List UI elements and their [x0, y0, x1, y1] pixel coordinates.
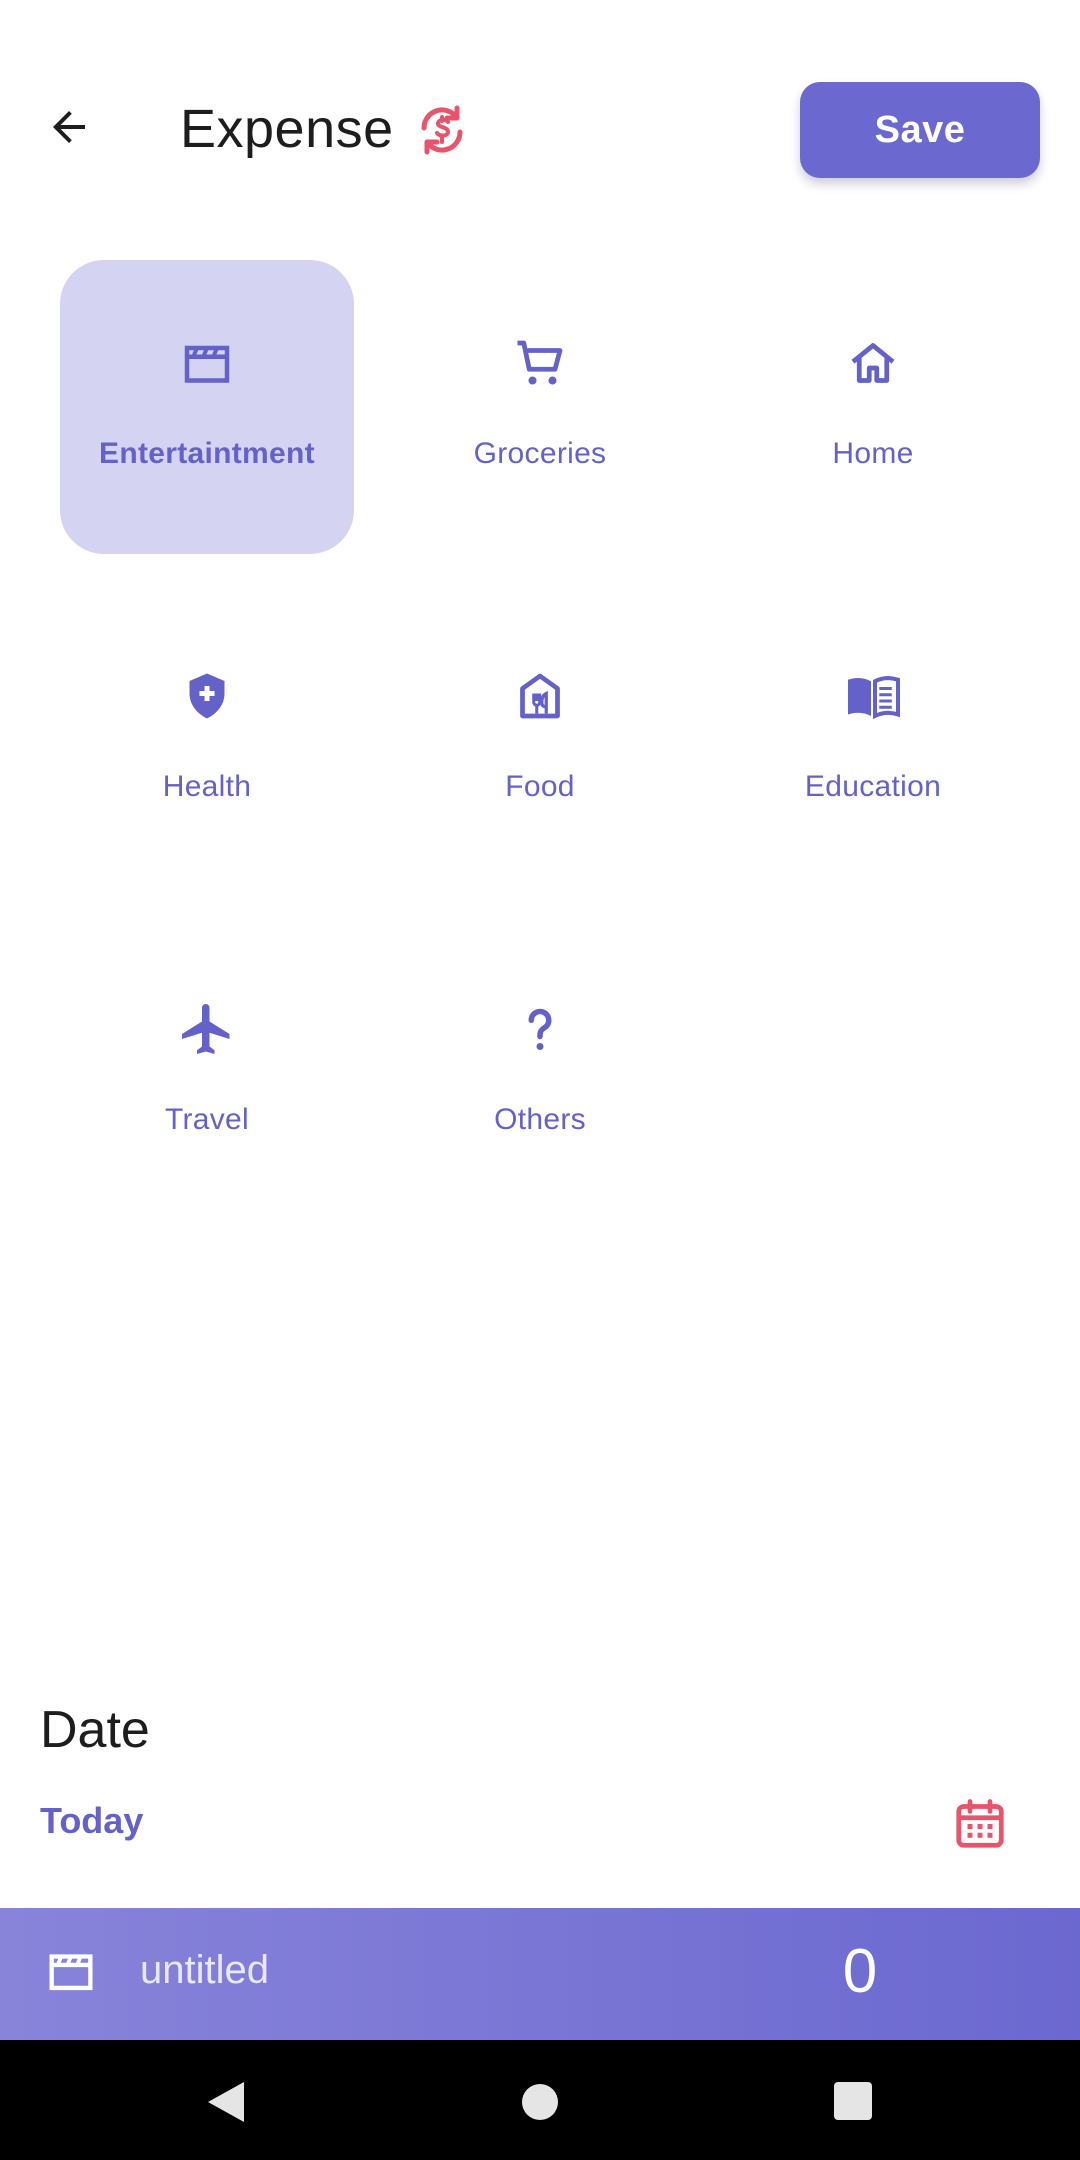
back-button[interactable]	[36, 94, 102, 160]
arrow-left-icon	[53, 111, 85, 143]
app-header: Expense Save	[0, 0, 1080, 230]
category-label: Travel	[164, 1103, 250, 1136]
category-label: Home	[832, 437, 914, 470]
page-title: Expense	[180, 99, 394, 159]
category-education[interactable]: Education	[726, 593, 1020, 887]
question-icon	[528, 1008, 552, 1050]
expense-screen: Expense Save Entertaintment Groceries Ho…	[0, 0, 1080, 2160]
category-label: Others	[494, 1103, 586, 1136]
calendar-icon	[956, 1799, 1004, 1848]
category-food[interactable]: Food	[393, 593, 687, 887]
restaurant-icon	[520, 673, 560, 719]
expense-amount-field[interactable]: 0	[800, 1936, 920, 2007]
expense-name-field[interactable]: untitled	[140, 1948, 269, 1993]
category-label: Groceries	[473, 437, 607, 470]
nav-recents-icon[interactable]	[834, 2082, 872, 2120]
android-nav-bar	[0, 2040, 1080, 2160]
cart-icon	[517, 340, 563, 385]
date-picker-button[interactable]	[950, 1794, 1010, 1854]
book-open-icon	[848, 676, 900, 720]
expense-summary-bar[interactable]: untitled 0	[0, 1908, 1080, 2040]
shield-plus-icon	[189, 673, 225, 719]
date-section-title: Date	[40, 1701, 150, 1759]
nav-home-icon[interactable]	[522, 2084, 558, 2120]
category-travel[interactable]: Travel	[60, 926, 354, 1220]
category-health[interactable]: Health	[60, 593, 354, 887]
clapperboard-icon	[184, 345, 230, 383]
clapperboard-icon	[49, 1954, 93, 1991]
date-value[interactable]: Today	[40, 1800, 143, 1842]
category-groceries[interactable]: Groceries	[393, 260, 687, 554]
airplane-icon	[182, 1004, 230, 1054]
save-button[interactable]: Save	[800, 82, 1040, 178]
category-home[interactable]: Home	[726, 260, 1020, 554]
home-icon	[851, 343, 895, 383]
currency-swap-icon	[421, 105, 463, 155]
category-label: Food	[505, 770, 575, 803]
nav-back-icon[interactable]	[204, 2080, 250, 2124]
category-label: Education	[804, 770, 942, 803]
category-others[interactable]: Others	[393, 926, 687, 1220]
category-label: Entertaintment	[99, 437, 315, 470]
category-label: Health	[162, 770, 252, 803]
currency-swap-button[interactable]	[410, 98, 474, 162]
category-entertainment[interactable]: Entertaintment	[60, 260, 354, 554]
